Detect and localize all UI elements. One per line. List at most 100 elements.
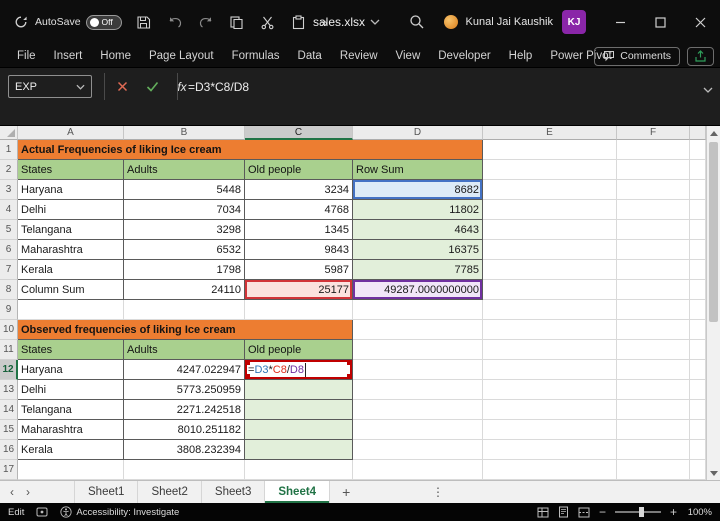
cell-D8[interactable]: 49287.0000000000 xyxy=(353,280,483,300)
zoom-in-icon[interactable]: + xyxy=(670,505,677,519)
search-icon[interactable] xyxy=(408,13,426,31)
zoom-out-icon[interactable]: − xyxy=(599,505,606,519)
accessibility-icon[interactable] xyxy=(60,506,72,518)
tab-overflow-icon[interactable]: ⋮ xyxy=(432,485,444,499)
cell-C12[interactable]: = D3 * C8/D8 xyxy=(245,360,353,380)
next-sheet-icon[interactable]: › xyxy=(26,485,30,499)
menu-tab-page-layout[interactable]: Page Layout xyxy=(140,44,223,68)
cell-C2[interactable]: Old people xyxy=(245,160,353,180)
row-header-14[interactable]: 14 xyxy=(0,400,18,420)
cell-F16[interactable] xyxy=(617,440,690,460)
cell-G12[interactable] xyxy=(690,360,706,380)
cell-B4[interactable]: 7034 xyxy=(124,200,245,220)
copy-icon[interactable] xyxy=(228,13,246,31)
cell-E5[interactable] xyxy=(483,220,617,240)
cell-F5[interactable] xyxy=(617,220,690,240)
cell-A5[interactable]: Telangana xyxy=(18,220,124,240)
menu-tab-review[interactable]: Review xyxy=(331,44,387,68)
cell-A1[interactable]: Actual Frequencies of liking Ice cream xyxy=(18,140,483,160)
cell-F14[interactable] xyxy=(617,400,690,420)
cell-F11[interactable] xyxy=(617,340,690,360)
cut-icon[interactable] xyxy=(259,13,277,31)
cell-G11[interactable] xyxy=(690,340,706,360)
column-header-C[interactable]: C xyxy=(245,126,353,140)
maximize-button[interactable] xyxy=(640,0,680,44)
cell-B6[interactable]: 6532 xyxy=(124,240,245,260)
cell-G10[interactable] xyxy=(690,320,706,340)
cell-A4[interactable]: Delhi xyxy=(18,200,124,220)
menu-tab-file[interactable]: File xyxy=(8,44,45,68)
cell-D6[interactable]: 16375 xyxy=(353,240,483,260)
cell-C9[interactable] xyxy=(245,300,353,320)
column-header-E[interactable]: E xyxy=(483,126,617,140)
cell-E6[interactable] xyxy=(483,240,617,260)
cell-B15[interactable]: 8010.251182 xyxy=(124,420,245,440)
cell-D12[interactable] xyxy=(353,360,483,380)
row-header-5[interactable]: 5 xyxy=(0,220,18,240)
row-header-10[interactable]: 10 xyxy=(0,320,18,340)
row-header-3[interactable]: 3 xyxy=(0,180,18,200)
sheet-tab-sheet2[interactable]: Sheet2 xyxy=(138,481,202,503)
cell-E8[interactable] xyxy=(483,280,617,300)
cell-G3[interactable] xyxy=(690,180,706,200)
cell-D4[interactable]: 11802 xyxy=(353,200,483,220)
name-box[interactable]: EXP xyxy=(8,75,92,98)
cell-A14[interactable]: Telangana xyxy=(18,400,124,420)
cell-B2[interactable]: Adults xyxy=(124,160,245,180)
cell-G4[interactable] xyxy=(690,200,706,220)
menu-tab-developer[interactable]: Developer xyxy=(429,44,499,68)
cell-C3[interactable]: 3234 xyxy=(245,180,353,200)
menu-tab-view[interactable]: View xyxy=(387,44,430,68)
cell-G5[interactable] xyxy=(690,220,706,240)
row-header-13[interactable]: 13 xyxy=(0,380,18,400)
cell-C7[interactable]: 5987 xyxy=(245,260,353,280)
cell-A3[interactable]: Haryana xyxy=(18,180,124,200)
cell-E13[interactable] xyxy=(483,380,617,400)
cell-A8[interactable]: Column Sum xyxy=(18,280,124,300)
cell-A12[interactable]: Haryana xyxy=(18,360,124,380)
cell-F1[interactable] xyxy=(617,140,690,160)
cell-F2[interactable] xyxy=(617,160,690,180)
cell-F13[interactable] xyxy=(617,380,690,400)
cell-A6[interactable]: Maharashtra xyxy=(18,240,124,260)
cell-A7[interactable]: Kerala xyxy=(18,260,124,280)
minimize-button[interactable] xyxy=(600,0,640,44)
cell-E11[interactable] xyxy=(483,340,617,360)
cell-G7[interactable] xyxy=(690,260,706,280)
cell-C13[interactable] xyxy=(245,380,353,400)
menu-tab-help[interactable]: Help xyxy=(500,44,542,68)
cell-A2[interactable]: States xyxy=(18,160,124,180)
cell-A9[interactable] xyxy=(18,300,124,320)
column-header-F[interactable]: F xyxy=(617,126,690,140)
menu-tab-insert[interactable]: Insert xyxy=(45,44,92,68)
row-header-7[interactable]: 7 xyxy=(0,260,18,280)
add-sheet-icon[interactable]: + xyxy=(342,484,350,500)
cell-D14[interactable] xyxy=(353,400,483,420)
cell-A13[interactable]: Delhi xyxy=(18,380,124,400)
cell-E1[interactable] xyxy=(483,140,617,160)
document-title[interactable]: sales.xlsx xyxy=(313,0,380,44)
row-header-4[interactable]: 4 xyxy=(0,200,18,220)
autosave-toggle[interactable]: Off xyxy=(85,14,122,30)
cell-F3[interactable] xyxy=(617,180,690,200)
column-header-D[interactable]: D xyxy=(353,126,483,140)
cell-E17[interactable] xyxy=(483,460,617,480)
row-header-8[interactable]: 8 xyxy=(0,280,18,300)
formula-bar-expand-icon[interactable] xyxy=(703,80,713,98)
cell-B7[interactable]: 1798 xyxy=(124,260,245,280)
row-header-9[interactable]: 9 xyxy=(0,300,18,320)
cell-F7[interactable] xyxy=(617,260,690,280)
column-header-A[interactable]: A xyxy=(18,126,124,140)
cell-E7[interactable] xyxy=(483,260,617,280)
cell-D3[interactable]: 8682 xyxy=(353,180,483,200)
cell-A11[interactable]: States xyxy=(18,340,124,360)
cell-E15[interactable] xyxy=(483,420,617,440)
cell-A10[interactable]: Observed frequencies of liking Ice cream xyxy=(18,320,353,340)
formula-input[interactable]: =D3*C8/D8 xyxy=(188,75,249,98)
row-header-16[interactable]: 16 xyxy=(0,440,18,460)
sheet-tab-sheet4[interactable]: Sheet4 xyxy=(265,481,331,503)
page-break-view-icon[interactable] xyxy=(578,507,590,518)
row-header-6[interactable]: 6 xyxy=(0,240,18,260)
row-header-17[interactable]: 17 xyxy=(0,460,18,480)
page-layout-view-icon[interactable] xyxy=(558,506,569,518)
